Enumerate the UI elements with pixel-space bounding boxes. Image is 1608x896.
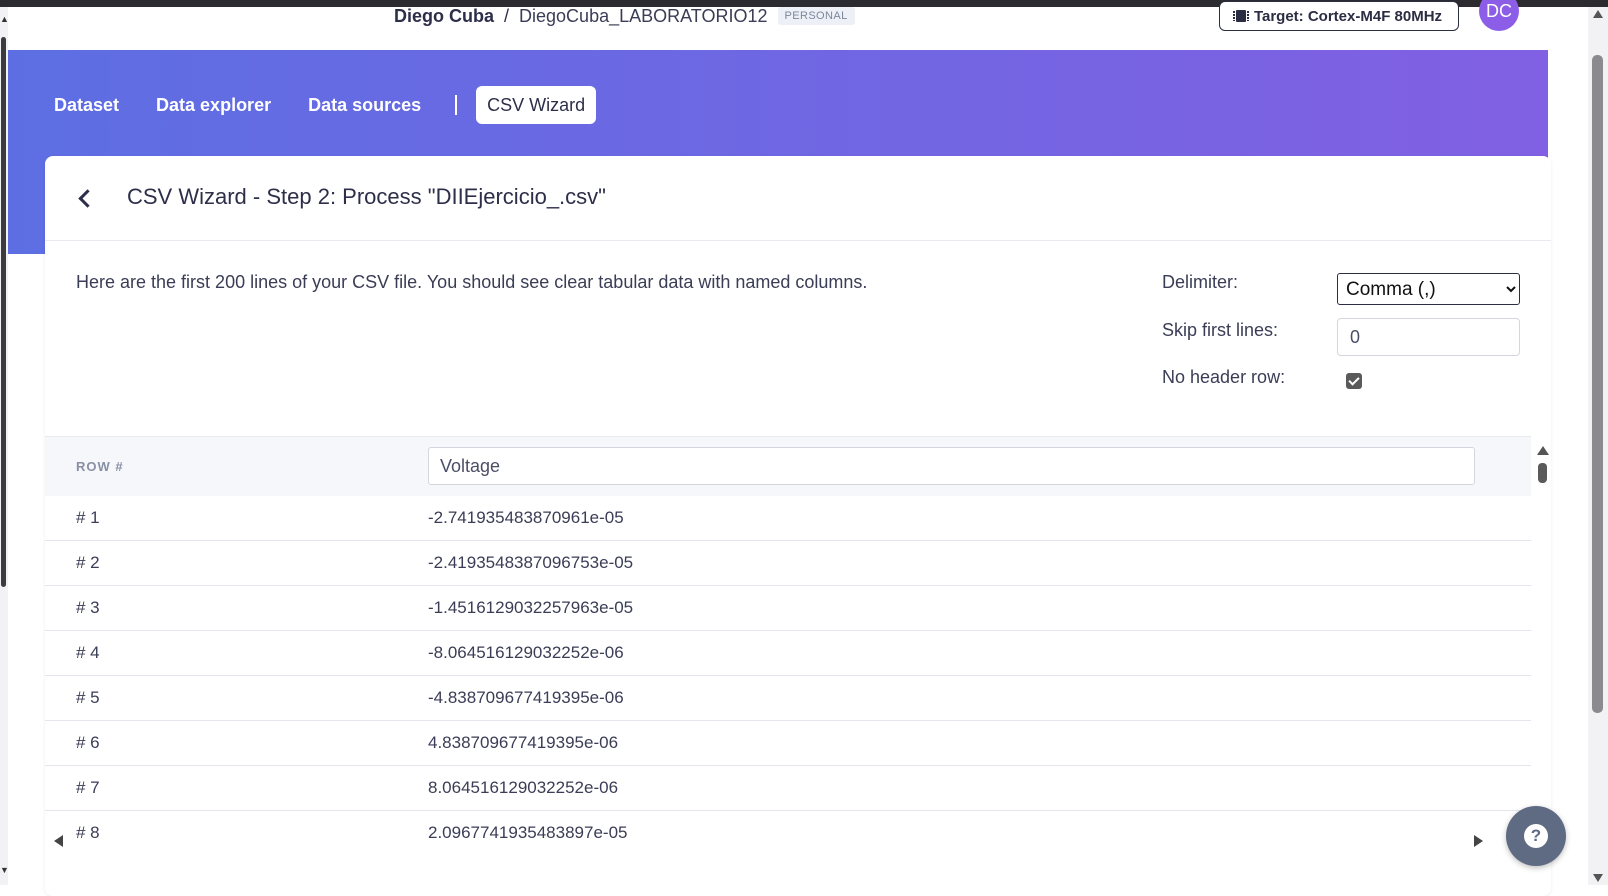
csv-wizard-card: CSV Wizard - Step 2: Process "DIIEjercic…: [45, 156, 1551, 896]
row-index: # 2: [76, 553, 100, 572]
page-scrollbar-thumb[interactable]: [1592, 55, 1603, 713]
intro-text: Here are the first 200 lines of your CSV…: [76, 272, 868, 292]
left-scrollbar-thumb[interactable]: [1, 37, 6, 587]
scroll-down-arrow-icon[interactable]: [1593, 874, 1603, 882]
tab-csv-wizard[interactable]: CSV Wizard: [476, 86, 597, 124]
scroll-left-arrow-icon[interactable]: [54, 835, 63, 847]
table-row: # 2 -2.4193548387096753e-05: [45, 541, 1531, 586]
row-index: # 4: [76, 643, 100, 662]
question-icon: ?: [1524, 824, 1548, 848]
avatar[interactable]: DC: [1479, 0, 1519, 31]
breadcrumb-project[interactable]: DiegoCuba_LABORATORIO12: [519, 6, 767, 27]
scroll-up-arrow-icon[interactable]: [1593, 10, 1603, 18]
tab-dataset[interactable]: Dataset: [54, 86, 119, 124]
csv-preview-table: ROW # # 1 -2.741935483870961e-05 # 2 -2.…: [45, 436, 1551, 896]
row-number-header: ROW #: [76, 459, 124, 474]
row-index: # 3: [76, 598, 100, 617]
scroll-down-arrow-icon[interactable]: ▼: [0, 866, 9, 875]
row-value: -2.4193548387096753e-05: [428, 553, 634, 572]
page-title: CSV Wizard - Step 2: Process "DIIEjercic…: [127, 184, 606, 209]
help-button[interactable]: ?: [1506, 806, 1566, 866]
tab-data-explorer[interactable]: Data explorer: [156, 86, 271, 124]
table-scrollbar-thumb[interactable]: [1538, 463, 1547, 483]
table-row: # 7 8.064516129032252e-06: [45, 766, 1531, 811]
table-row: # 5 -4.838709677419395e-06: [45, 676, 1531, 721]
row-value: 8.064516129032252e-06: [428, 778, 619, 797]
row-index: # 6: [76, 733, 100, 752]
table-row: # 4 -8.064516129032252e-06: [45, 631, 1531, 676]
table-row: # 8 2.0967741935483897e-05: [45, 811, 1531, 855]
tab-divider: [455, 95, 458, 115]
delimiter-select[interactable]: Comma (,): [1337, 273, 1520, 305]
target-device-label: Target: Cortex-M4F 80MHz: [1253, 7, 1443, 25]
table-row: # 3 -1.4516129032257963e-05: [45, 586, 1531, 631]
scroll-right-arrow-icon[interactable]: [1474, 835, 1483, 847]
row-value: -1.4516129032257963e-05: [428, 598, 634, 617]
left-scrollbar[interactable]: ▲ ▼: [0, 7, 9, 885]
breadcrumb: Diego Cuba / DiegoCuba_LABORATORIO12 PER…: [394, 5, 855, 27]
back-button[interactable]: [69, 180, 99, 216]
chevron-left-icon: [77, 188, 97, 208]
card-header: CSV Wizard - Step 2: Process "DIIEjercic…: [45, 156, 1551, 241]
row-value: -2.741935483870961e-05: [428, 508, 624, 527]
scroll-up-arrow-icon[interactable]: [1537, 446, 1549, 455]
row-value: 4.838709677419395e-06: [428, 733, 619, 752]
page-vertical-scrollbar[interactable]: [1588, 7, 1608, 885]
breadcrumb-owner[interactable]: Diego Cuba: [394, 6, 494, 27]
row-value: -4.838709677419395e-06: [428, 688, 624, 707]
table-row: # 1 -2.741935483870961e-05: [45, 496, 1531, 541]
chip-icon: [1232, 10, 1249, 22]
no-header-label: No header row:: [1162, 367, 1286, 387]
top-header: Diego Cuba / DiegoCuba_LABORATORIO12 PER…: [8, 0, 1588, 50]
row-index: # 8: [76, 823, 100, 842]
row-value: 2.0967741935483897e-05: [428, 823, 628, 842]
skip-lines-input[interactable]: [1337, 318, 1520, 356]
target-device-button[interactable]: Target: Cortex-M4F 80MHz: [1219, 1, 1459, 31]
project-type-badge: PERSONAL: [777, 7, 855, 25]
row-index: # 1: [76, 508, 100, 527]
table-header: ROW #: [45, 436, 1531, 497]
no-header-checkbox[interactable]: [1346, 373, 1362, 389]
skip-lines-label: Skip first lines:: [1162, 320, 1279, 340]
row-index: # 5: [76, 688, 100, 707]
data-tabs: Dataset Data explorer Data sources CSV W…: [54, 86, 597, 124]
tab-data-sources[interactable]: Data sources: [308, 86, 421, 124]
row-value: -8.064516129032252e-06: [428, 643, 624, 662]
table-row: # 6 4.838709677419395e-06: [45, 721, 1531, 766]
table-body: # 1 -2.741935483870961e-05 # 2 -2.419354…: [45, 496, 1531, 855]
checkmark-icon: [1348, 374, 1360, 386]
breadcrumb-separator: /: [504, 5, 510, 26]
delimiter-label: Delimiter:: [1162, 272, 1239, 292]
row-index: # 7: [76, 778, 100, 797]
column-name-input[interactable]: [428, 447, 1475, 485]
